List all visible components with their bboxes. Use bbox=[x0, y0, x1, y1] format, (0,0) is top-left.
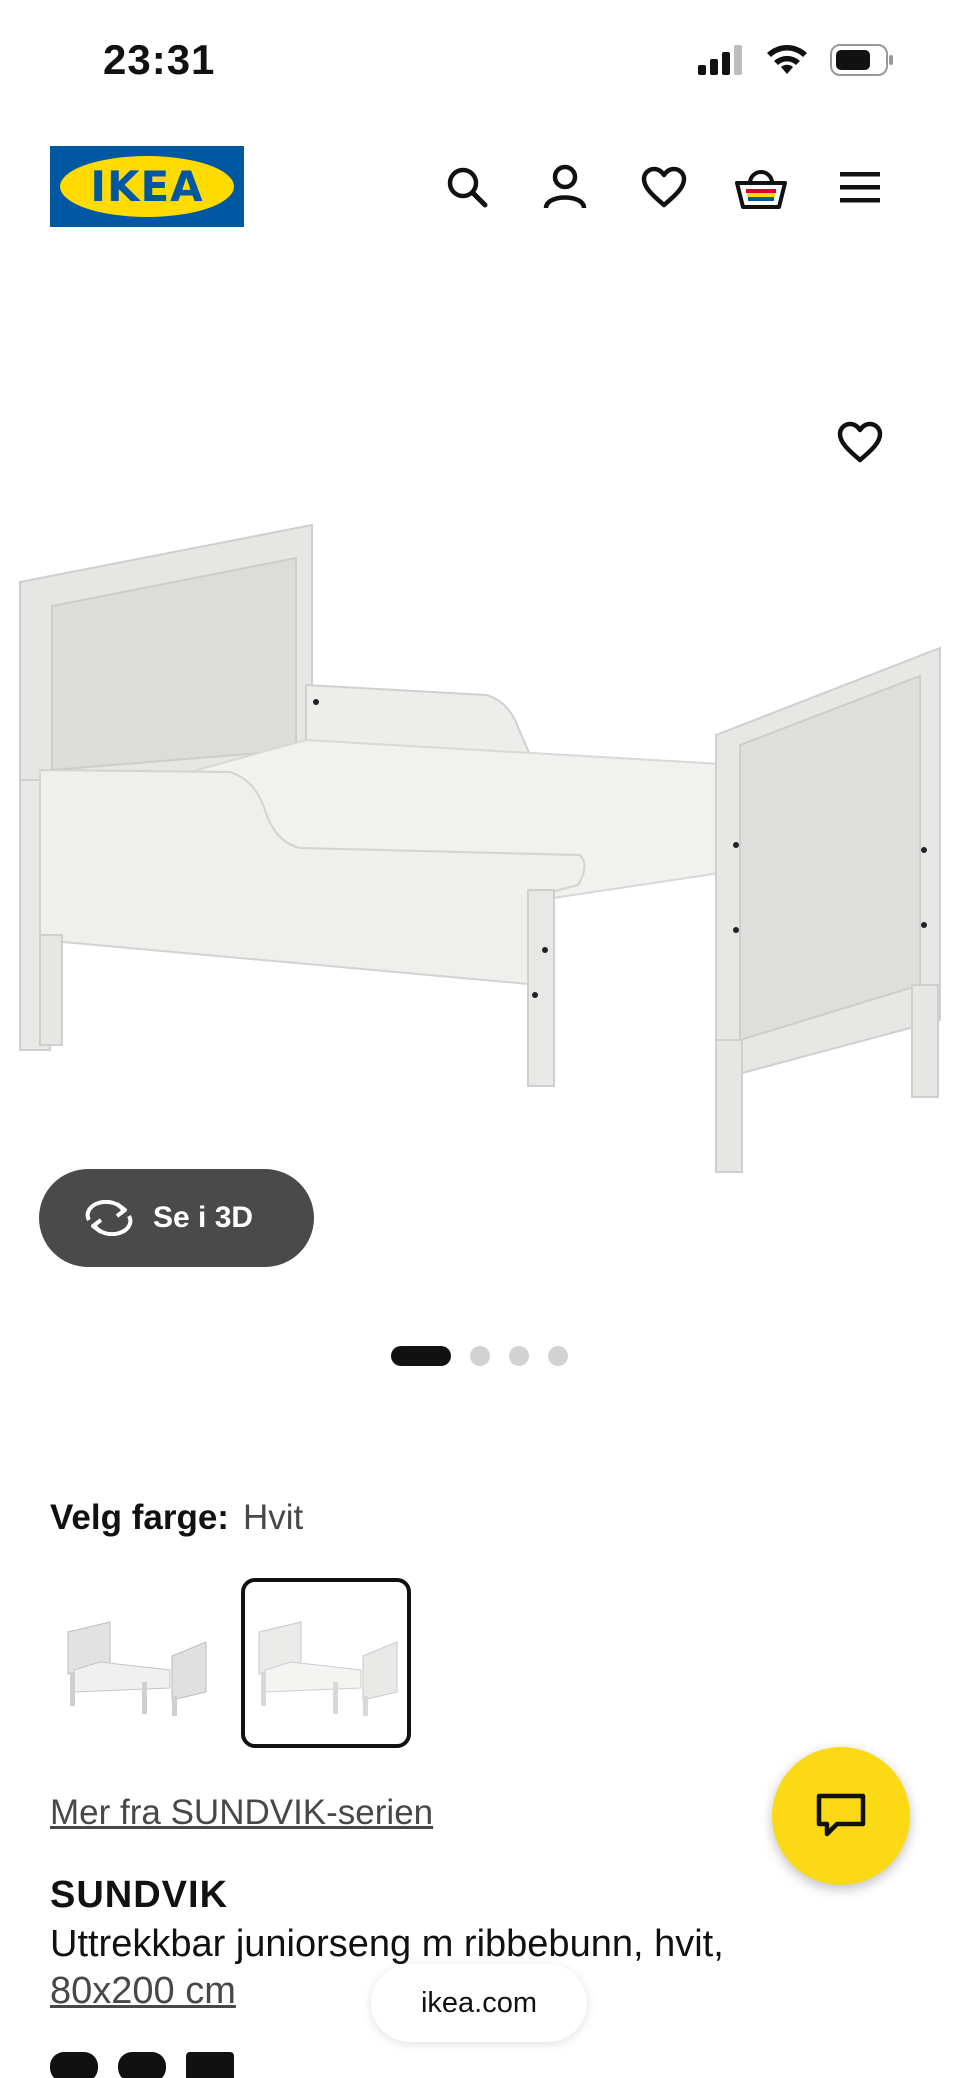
search-icon[interactable] bbox=[440, 160, 494, 214]
signal-icon bbox=[698, 45, 742, 75]
status-icons bbox=[698, 44, 894, 76]
color-option-1-image bbox=[67, 1621, 207, 1716]
product-description: Uttrekkbar juniorseng m ribbebunn, hvit, bbox=[50, 1923, 724, 1965]
product-size-link[interactable]: 80x200 cm bbox=[50, 1970, 236, 2013]
chat-button[interactable] bbox=[772, 1747, 910, 1885]
profile-icon[interactable] bbox=[538, 160, 592, 214]
color-option-2[interactable] bbox=[241, 1578, 411, 1748]
battery-icon bbox=[830, 44, 893, 76]
rotate-3d-icon bbox=[85, 1200, 133, 1236]
color-option-1[interactable] bbox=[50, 1578, 220, 1748]
view-3d-label: Se i 3D bbox=[153, 1201, 254, 1234]
color-value: Hvit bbox=[242, 1498, 304, 1537]
gallery-dot-3[interactable] bbox=[509, 1346, 529, 1366]
heart-icon[interactable] bbox=[637, 160, 691, 214]
gallery-dot-4[interactable] bbox=[548, 1346, 568, 1366]
site-header: IKEA bbox=[0, 120, 960, 256]
wifi-icon bbox=[767, 45, 807, 74]
product-name: SUNDVIK bbox=[50, 1874, 229, 1916]
status-time: 23:31 bbox=[103, 36, 216, 83]
menu-icon[interactable] bbox=[833, 160, 887, 214]
chat-icon bbox=[816, 1793, 866, 1837]
status-bar: 23:31 bbox=[0, 0, 960, 120]
product-image[interactable] bbox=[0, 480, 960, 1180]
gallery-dot-2[interactable] bbox=[470, 1346, 490, 1366]
color-label: Velg farge: bbox=[50, 1498, 229, 1537]
product-price-cut bbox=[50, 2046, 350, 2078]
series-link[interactable]: Mer fra SUNDVIK-serien bbox=[50, 1793, 433, 1833]
color-option-2-image bbox=[258, 1621, 398, 1716]
browser-url: ikea.com bbox=[420, 1986, 538, 2019]
ikea-logo[interactable]: IKEA bbox=[50, 146, 244, 227]
view-3d-button[interactable]: Se i 3D bbox=[39, 1169, 314, 1267]
basket-icon[interactable] bbox=[734, 160, 788, 214]
gallery-dot-1[interactable] bbox=[391, 1346, 451, 1366]
logo-text: IKEA bbox=[90, 162, 204, 211]
browser-url-pill[interactable]: ikea.com bbox=[371, 1964, 587, 2042]
gallery-pagination bbox=[0, 1346, 960, 1366]
favorite-heart-icon[interactable] bbox=[832, 414, 888, 470]
color-selector-label: Velg farge: Hvit bbox=[50, 1498, 303, 1538]
